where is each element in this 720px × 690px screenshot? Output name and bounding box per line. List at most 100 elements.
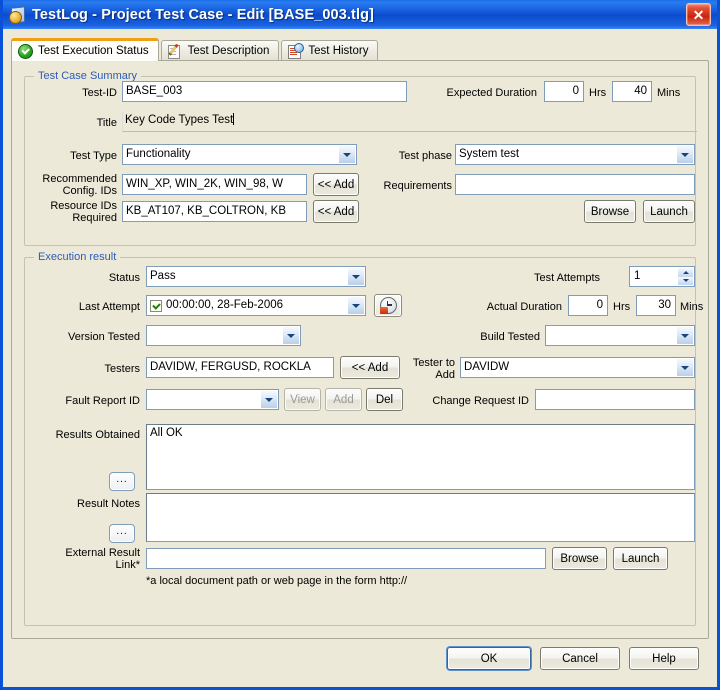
external-link-launch-button[interactable]: Launch [613, 547, 668, 570]
resource-ids-label-line2: Required [72, 212, 117, 224]
testers-input[interactable]: DAVIDW, FERGUSD, ROCKLA [146, 357, 334, 378]
tab-test-execution-status[interactable]: Test Execution Status [11, 38, 159, 61]
help-button[interactable]: Help [629, 647, 699, 670]
actual-duration-mins-input[interactable]: 30 [636, 295, 676, 316]
results-obtained-label: Results Obtained [55, 429, 140, 441]
fault-view-button[interactable]: View [284, 388, 321, 411]
test-attempts-label: Test Attempts [533, 272, 600, 284]
chevron-down-icon[interactable] [676, 146, 693, 163]
actual-duration-hrs-input[interactable]: 0 [568, 295, 608, 316]
expected-mins-unit-label: Mins [657, 87, 681, 99]
change-request-id-input[interactable] [535, 389, 695, 410]
status-combo[interactable]: Pass [146, 266, 366, 287]
external-result-link-label-line1: External Result [65, 547, 140, 559]
expected-duration-hrs-input[interactable]: 0 [544, 81, 584, 102]
resource-ids-input[interactable]: KB_AT107, KB_COLTRON, KB [122, 201, 307, 222]
tab-test-description[interactable]: Test Description [160, 40, 280, 61]
window-title: TestLog - Project Test Case - Edit [BASE… [32, 6, 374, 23]
result-notes-label: Result Notes [77, 498, 140, 510]
testers-label: Testers [104, 363, 140, 375]
version-tested-label: Version Tested [68, 331, 140, 343]
spinner-buttons[interactable] [678, 268, 693, 285]
spinner-up-icon[interactable] [678, 268, 693, 277]
test-id-label: Test-ID [82, 87, 117, 99]
actual-mins-unit-label: Mins [680, 301, 704, 313]
testlog-edit-window: TestLog - Project Test Case - Edit [BASE… [0, 0, 720, 690]
test-execution-status-panel: Test Case Summary Test-ID BASE_003 Expec… [11, 60, 709, 639]
result-notes-expand-button[interactable]: ... [109, 524, 135, 543]
expected-duration-label: Expected Duration [446, 87, 538, 99]
tab-test-description-label: Test Description [187, 45, 270, 57]
resource-ids-label-line1: Resource IDs [50, 200, 117, 212]
chevron-down-icon[interactable] [347, 268, 364, 285]
config-add-button[interactable]: << Add [313, 173, 359, 196]
chevron-down-icon[interactable] [676, 327, 693, 344]
tab-test-history-label: Test History [308, 45, 369, 57]
tab-test-execution-status-label: Test Execution Status [38, 45, 149, 57]
chevron-down-icon[interactable] [338, 146, 355, 163]
test-type-value: Functionality [126, 148, 191, 160]
requirements-launch-button[interactable]: Launch [643, 200, 695, 223]
tester-to-add-combo[interactable]: DAVIDW [460, 357, 695, 378]
tab-strip: Test Execution Status Test Description T… [11, 38, 380, 61]
spinner-down-icon[interactable] [678, 276, 693, 285]
fault-add-button[interactable]: Add [325, 388, 362, 411]
ok-button[interactable]: OK [447, 647, 531, 670]
last-attempt-checkbox[interactable] [150, 299, 162, 312]
fault-report-id-label: Fault Report ID [65, 395, 140, 407]
title-label: Title [96, 117, 117, 129]
external-result-link-input[interactable] [146, 548, 546, 569]
text-caret [233, 113, 235, 125]
requirements-input[interactable] [455, 174, 695, 195]
close-icon[interactable]: ✕ [686, 3, 711, 26]
title-input[interactable]: Key Code Types Test [122, 111, 697, 132]
chevron-down-icon[interactable] [260, 391, 277, 408]
change-request-id-label: Change Request ID [432, 395, 529, 407]
test-phase-combo[interactable]: System test [455, 144, 695, 165]
title-input-value: Key Code Types Test [125, 114, 234, 126]
result-notes-textarea[interactable] [146, 493, 695, 542]
requirements-label: Requirements [383, 180, 452, 192]
tester-to-add-label-line2: Add [435, 369, 455, 381]
test-id-input[interactable]: BASE_003 [122, 81, 407, 102]
test-type-combo[interactable]: Functionality [122, 144, 357, 165]
window-titlebar: TestLog - Project Test Case - Edit [BASE… [3, 0, 717, 29]
cancel-button[interactable]: Cancel [540, 647, 620, 670]
actual-duration-label: Actual Duration [486, 301, 562, 313]
build-tested-combo[interactable] [545, 325, 695, 346]
test-type-label: Test Type [70, 150, 117, 162]
tab-test-history[interactable]: Test History [281, 40, 379, 61]
test-attempts-spinner[interactable]: 1 [629, 266, 695, 287]
requirements-browse-button[interactable]: Browse [584, 200, 636, 223]
test-attempts-value: 1 [634, 270, 641, 282]
status-label: Status [108, 272, 140, 284]
resource-add-button[interactable]: << Add [313, 200, 359, 223]
last-attempt-label: Last Attempt [78, 301, 140, 313]
status-value: Pass [150, 270, 176, 282]
test-phase-label: Test phase [398, 150, 452, 162]
recommended-config-label-line1: Recommended [42, 173, 117, 185]
expected-duration-mins-input[interactable]: 40 [612, 81, 652, 102]
results-obtained-expand-button[interactable]: ... [109, 472, 135, 491]
chevron-down-icon[interactable] [282, 327, 299, 344]
recommended-config-label-line2: Config. IDs [62, 185, 117, 197]
test-phase-value: System test [459, 148, 520, 160]
tester-to-add-value: DAVIDW [464, 361, 510, 373]
chevron-down-icon[interactable] [348, 297, 364, 314]
version-tested-combo[interactable] [146, 325, 301, 346]
fault-report-id-combo[interactable] [146, 389, 279, 410]
execution-result-legend: Execution result [34, 251, 121, 263]
recommended-config-ids-input[interactable]: WIN_XP, WIN_2K, WIN_98, W [122, 174, 307, 195]
testers-add-button[interactable]: << Add [340, 356, 400, 379]
document-clock-icon [288, 42, 305, 59]
external-link-browse-button[interactable]: Browse [552, 547, 607, 570]
last-attempt-combo[interactable]: 00:00:00, 28-Feb-2006 [146, 295, 366, 316]
alarm-clock-icon [379, 297, 397, 314]
expected-hrs-unit-label: Hrs [589, 87, 607, 99]
results-obtained-textarea[interactable]: All OK [146, 424, 695, 490]
chevron-down-icon[interactable] [676, 359, 693, 376]
app-icon [9, 6, 26, 24]
last-attempt-value: 00:00:00, 28-Feb-2006 [166, 299, 284, 311]
alarm-clock-icon-button[interactable] [374, 294, 402, 317]
fault-del-button[interactable]: Del [366, 388, 403, 411]
